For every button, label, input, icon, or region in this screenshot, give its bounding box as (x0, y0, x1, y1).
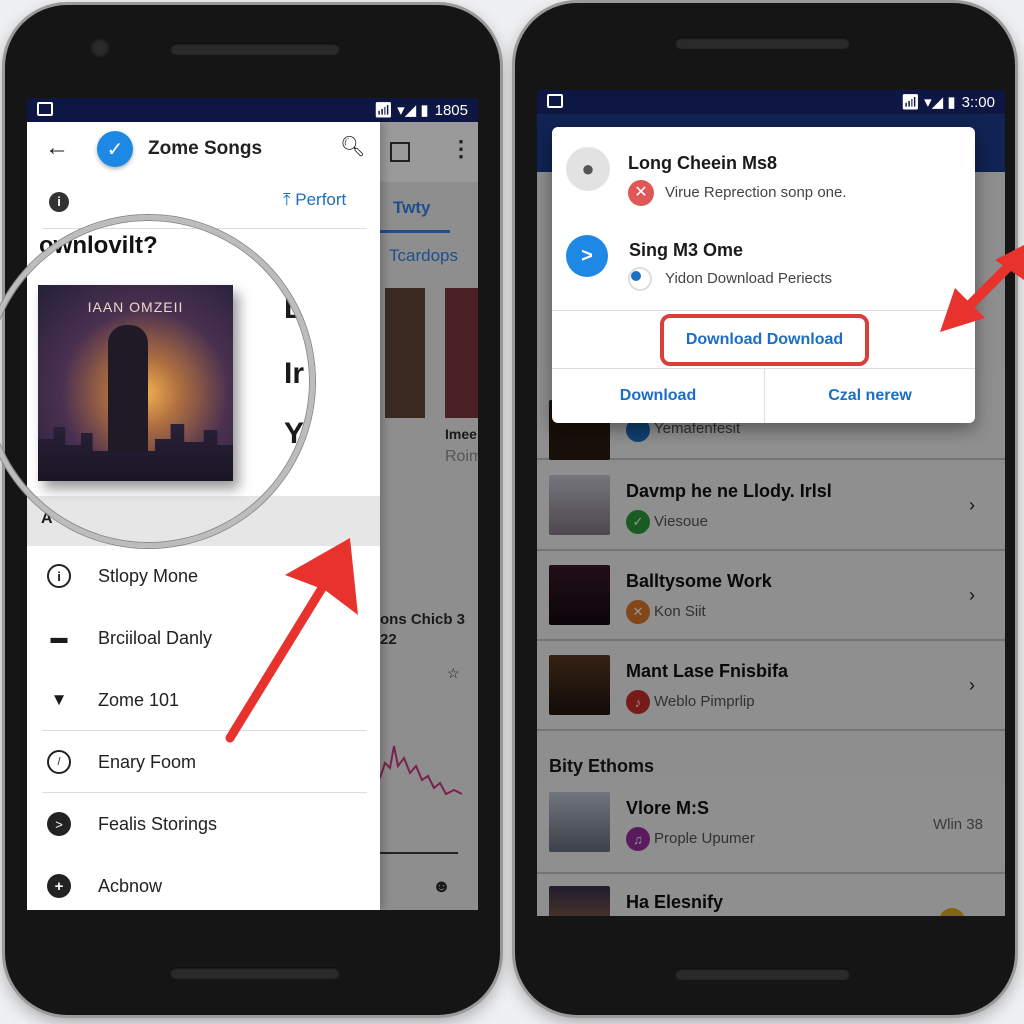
album-art: IAAN OMZEII (38, 285, 233, 481)
status-time: 1805 (434, 101, 468, 119)
red-arrow-left (225, 538, 358, 743)
divider (42, 792, 367, 793)
download-download-button[interactable]: Download Download (660, 314, 869, 366)
person-avatar-icon: ● (566, 147, 610, 191)
download-dialog: ● Long Cheein Ms8 ✕ Virue Reprection son… (552, 127, 975, 423)
menu-label: Brciiloal Danly (98, 627, 213, 648)
divider (552, 310, 975, 311)
back-arrow-icon[interactable]: ← (45, 134, 69, 162)
search-icon[interactable]: 🔍︎ (340, 134, 365, 159)
status-bar: 📶︎ ▾◢ ▮ 1805 (27, 98, 478, 122)
album-art-text: IAAN OMZEII (87, 299, 184, 315)
perfort-label: Perfort (295, 190, 347, 209)
bottom-speaker (675, 968, 850, 980)
tab-tcardops[interactable]: Tcardops (389, 246, 458, 266)
menu-label: Stlopy Mone (98, 565, 199, 586)
signal-icons: 📶︎ ▾◢ ▮ (373, 102, 429, 119)
bg-card-image-2 (445, 288, 478, 418)
bg-card-title: Imee (445, 426, 477, 442)
drawer-title: Zome Songs (148, 138, 263, 159)
dialog-item-subtitle: Virue Reprection sonp one. (665, 184, 847, 201)
right-phone: 📶︎ ▾◢ ▮ 3::00 Yemafenfesit Davmp he ne L… (515, 3, 1015, 1015)
perfort-button[interactable]: ⤒ Perfort (283, 190, 346, 210)
more-options-icon[interactable]: ⋮ (450, 136, 472, 162)
tab-twty[interactable]: Twty (393, 198, 430, 218)
upload-icon: ⤒ (283, 190, 291, 209)
gauge-icon: / (47, 750, 71, 774)
button-label: Download (619, 387, 697, 404)
earpiece-speaker (170, 43, 340, 55)
toggle-knob (631, 271, 641, 281)
person-icon: ▬ (50, 628, 68, 647)
menu-label: Zome 101 (98, 689, 180, 710)
cast-icon[interactable] (390, 142, 410, 162)
error-x-icon: ✕ (628, 180, 654, 206)
people-icon[interactable]: ☻ (432, 876, 451, 897)
plus-circle-icon: + (47, 874, 71, 898)
status-time: 3::00 (961, 93, 995, 111)
info-icon[interactable]: i (49, 192, 69, 212)
chevron-right-icon[interactable]: > (566, 235, 608, 277)
dialog-item-subtitle: Yidon Download Periects (665, 270, 833, 287)
toggle-icon[interactable] (628, 267, 652, 291)
earpiece-speaker (675, 37, 850, 49)
status-bar: 📶︎ ▾◢ ▮ 3::00 (537, 90, 1005, 114)
menu-item-fealis-storings[interactable]: > Fealis Storings (27, 794, 380, 854)
button-label: Download Download (685, 331, 844, 348)
star-icon[interactable]: ☆ (447, 665, 460, 682)
notification-icon (547, 94, 563, 108)
background-toolbar: ⋮ (380, 122, 478, 182)
signal-icons: 📶︎ ▾◢ ▮ (900, 94, 956, 111)
bg-card-image-1 (385, 288, 425, 418)
bg-line-chart (380, 745, 463, 854)
checkmark-badge-icon: ✓ (97, 131, 133, 167)
notification-icon (37, 102, 53, 116)
red-arrow-right (940, 245, 1024, 332)
czal-nerew-button[interactable]: Czal nerew (765, 369, 975, 423)
right-screen: 📶︎ ▾◢ ▮ 3::00 Yemafenfesit Davmp he ne L… (537, 90, 1005, 916)
location-pin-icon: ▼ (50, 690, 68, 709)
download-button[interactable]: Download (552, 369, 764, 423)
dialog-item-title: Sing M3 Ome (629, 240, 744, 260)
arrow-circle-icon: > (47, 812, 71, 836)
bg-card-sub: Roim (445, 448, 478, 465)
menu-item-acbnow[interactable]: + Acbnow (27, 856, 380, 910)
menu-label: Fealis Storings (98, 813, 218, 834)
dialog-item-title: Long Cheein Ms8 (628, 153, 778, 173)
bottom-speaker (170, 967, 340, 979)
menu-label: Enary Foom (98, 751, 197, 772)
button-label: Czal nerew (828, 387, 912, 404)
bg-chart-caption-2: 22 (380, 631, 397, 648)
front-camera (90, 38, 110, 58)
bg-chart-caption-1: ons Chicb 3 (380, 611, 466, 628)
tab-underline (380, 230, 450, 233)
menu-label: Acbnow (98, 875, 163, 896)
chart-line (380, 745, 463, 796)
info-icon: i (47, 564, 71, 588)
